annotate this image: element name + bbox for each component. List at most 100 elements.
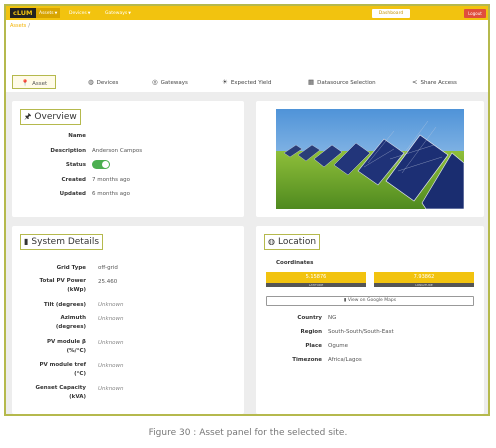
field-value: Ogume [328,343,349,349]
nav-devices[interactable]: Devices▼ [66,8,93,18]
field-value: South-South/South-East [328,329,394,335]
longitude-label: LONGITUDE [374,283,474,287]
tab-gateways-label: Gateways [160,80,188,86]
nav-gateways[interactable]: Gateways▼ [102,8,134,18]
system-details-title: ▮ System Details [20,234,104,250]
tab-expected-yield[interactable]: ☀ Expected Yield [222,75,271,89]
overview-row-updated: Updated 6 months ago [12,189,244,199]
location-row-timezone: Timezone Africa/Lagos [256,355,484,365]
field-value: 7 months ago [92,177,130,183]
field-label: Timezone [292,357,322,363]
longitude-value: 7.93862 [374,272,474,283]
overview-row-created: Created 7 months ago [12,175,244,185]
system-row: Genset Capacity (kVA) Unknown [12,384,244,404]
tab-devices-label: Devices [96,80,119,86]
field-value: NG [328,315,337,321]
coordinates-label: Coordinates [276,260,314,266]
field-value: Unknown [98,302,124,308]
status-toggle[interactable] [92,160,110,169]
figure-caption: Figure 30 : Asset panel for the selected… [148,428,348,438]
tab-share-access[interactable]: < Share Access [412,75,457,89]
field-value: Africa/Lagos [328,357,362,363]
field-label: Total PV Power (kWp) [39,278,86,293]
breadcrumb-separator: / [28,23,30,29]
field-label: Country [297,315,322,321]
field-value: off-grid [98,265,118,271]
field-value: Unknown [98,386,124,392]
field-label: Status [65,162,86,168]
field-label: Azimuth (degrees) [55,315,86,330]
system-details-card: ▮ System Details Grid Type off-grid Total… [12,226,244,414]
location-row-region: Region South-South/South-East [256,327,484,337]
tab-asset[interactable]: 📍 Asset [12,75,57,89]
asset-tabs: 📍 Asset ◍ Devices ◎ Gateways ☀ Expected Yiel… [6,70,488,92]
app-logo[interactable]: cLUM [10,8,36,18]
tab-share-access-label: Share Access [420,80,457,86]
top-navbar: cLUM Assets▼ Devices▼ Gateways▼ Dashboar… [6,6,488,20]
latitude-label: LATITUDE [266,283,366,287]
field-label: PV module β (%/°C) [46,339,86,354]
location-row-country: Country NG [256,313,484,323]
overview-card: 🖈 Overview Name Description Anderson Camp… [12,101,244,217]
overview-title-text: Overview [34,112,77,122]
tab-gateways[interactable]: ◎ Gateways [152,75,188,89]
dashboard-button[interactable]: Dashboard [372,9,410,18]
tab-asset-label: Asset [32,81,48,87]
field-label: Place [305,343,322,349]
chevron-down-icon: ▼ [128,11,131,15]
tab-expected-yield-label: Expected Yield [230,80,272,86]
chevron-down-icon: ▼ [54,11,58,15]
nav-assets-label: Assets [39,11,54,16]
field-value: Anderson Campos [92,148,143,154]
field-value: 6 months ago [92,191,130,197]
chevron-down-icon: ▼ [87,11,91,15]
field-value: Unknown [98,316,124,322]
breadcrumb-area: Assets / [6,20,488,70]
nav-gateways-label: Gateways [105,11,128,16]
field-value: Unknown [98,363,124,369]
field-label: Genset Capacity (kVA) [35,385,86,400]
gateway-icon: ◎ [152,78,158,86]
system-row: Azimuth (degrees) Unknown [12,314,244,334]
logout-button[interactable]: Logout [464,9,486,18]
field-label: Tilt (degrees) [43,302,86,308]
field-value: Unknown [98,340,124,346]
globe-icon: ◍ [268,237,275,246]
sun-icon: ☀ [222,78,228,86]
nav-devices-label: Devices [69,11,87,16]
system-row: PV module tref (°C) Unknown [12,361,244,381]
field-label: Region [300,329,322,335]
latitude-value: 5.15876 [266,272,366,283]
overview-row-name: Name [12,131,244,141]
location-title-text: Location [277,237,317,247]
system-row: Grid Type off-grid [12,263,244,273]
tab-devices[interactable]: ◍ Devices [88,75,118,89]
asset-photo-card [256,101,484,217]
breadcrumb: Assets / [10,23,30,29]
overview-row-description: Description Anderson Campos [12,146,244,156]
system-details-title-text: System Details [31,237,100,247]
app-frame: cLUM Assets▼ Devices▼ Gateways▼ Dashboar… [4,4,490,416]
system-row: Total PV Power (kWp) 25.460 [12,277,244,297]
field-label: Description [50,148,86,154]
system-row: Tilt (degrees) Unknown [12,300,244,310]
field-label: PV module tref (°C) [39,362,86,377]
field-label: Grid Type [56,265,86,271]
solar-panels-photo [276,109,464,209]
breadcrumb-assets[interactable]: Assets [10,23,26,29]
tab-datasource-selection-label: Datasource Selection [317,80,376,86]
location-title: ◍ Location [264,234,321,250]
overview-title: 🖈 Overview [20,109,81,125]
pin-icon: 🖈 [24,112,32,121]
pin-icon: 📍 [21,79,30,87]
globe-icon: ◍ [88,78,94,86]
location-card: ◍ Location Coordinates 5.15876 LATITUDE 7… [256,226,484,414]
field-label: Created [61,177,87,183]
system-row: PV module β (%/°C) Unknown [12,338,244,358]
tab-datasource-selection[interactable]: ▦ Datasource Selection [308,75,376,89]
field-label: Name [68,133,86,139]
view-on-google-maps-button[interactable]: ▮ View on Google Maps [266,296,474,306]
overview-row-status: Status [12,160,244,170]
share-icon: < [412,78,418,86]
nav-assets[interactable]: Assets▼ [36,8,61,18]
